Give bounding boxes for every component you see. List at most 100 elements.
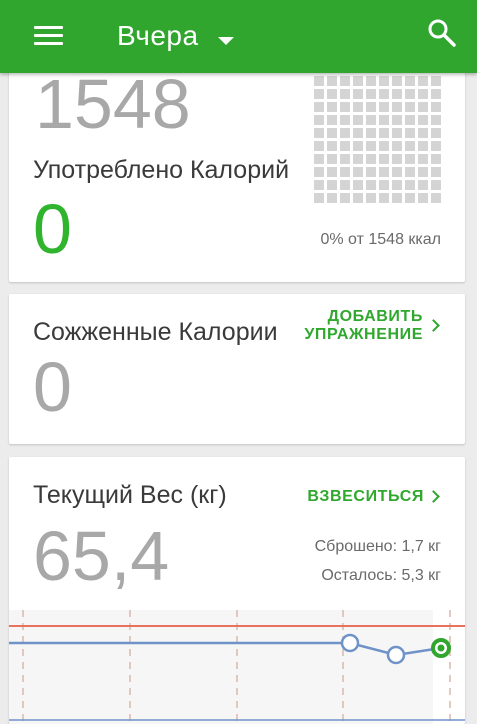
progress-cell [327, 193, 337, 203]
progress-cell [366, 167, 376, 177]
progress-cell [366, 102, 376, 112]
progress-cell [340, 167, 350, 177]
progress-cell [340, 154, 350, 164]
progress-cell [431, 102, 441, 112]
progress-cell [431, 193, 441, 203]
progress-cell [366, 89, 376, 99]
progress-cell [379, 167, 389, 177]
weight-chart[interactable] [9, 610, 465, 724]
progress-cell [405, 154, 415, 164]
progress-cell [379, 180, 389, 190]
progress-cell [340, 141, 350, 151]
progress-cell [418, 154, 428, 164]
progress-cell [314, 167, 324, 177]
progress-cell [340, 180, 350, 190]
progress-cell [418, 167, 428, 177]
add-exercise-line1: ДОБАВИТЬ [327, 308, 423, 325]
progress-cell [431, 141, 441, 151]
progress-cell [431, 115, 441, 125]
chevron-right-icon[interactable] [427, 490, 440, 503]
progress-cell [379, 89, 389, 99]
burned-calories-value: 0 [33, 348, 72, 426]
burned-calories-card[interactable]: Сожженные Калории ДОБАВИТЬ УПРАЖНЕНИЕ 0 [9, 294, 465, 444]
progress-cell [353, 76, 363, 86]
calorie-goal-value: 1548 [35, 65, 191, 143]
progress-cell [418, 102, 428, 112]
search-icon[interactable] [424, 16, 458, 50]
progress-cell [418, 115, 428, 125]
progress-cell [405, 115, 415, 125]
progress-cell [353, 193, 363, 203]
progress-cell [418, 141, 428, 151]
weight-point [340, 633, 360, 653]
progress-cell [379, 76, 389, 86]
add-exercise-line2: УПРАЖНЕНИЕ [304, 325, 423, 343]
progress-cell [431, 154, 441, 164]
progress-cell [418, 180, 428, 190]
progress-cell [379, 193, 389, 203]
progress-cell [405, 193, 415, 203]
progress-cell [366, 193, 376, 203]
progress-cell [366, 76, 376, 86]
calories-card[interactable]: 1548 Употреблено Калорий 0 0% от 1548 кк… [9, 40, 465, 282]
progress-cell [392, 154, 402, 164]
progress-cell [379, 128, 389, 138]
progress-cell [366, 180, 376, 190]
progress-cell [327, 167, 337, 177]
progress-cell [392, 180, 402, 190]
dropdown-arrow-icon [217, 36, 234, 45]
progress-cell [366, 115, 376, 125]
progress-cell [418, 76, 428, 86]
progress-cell [327, 76, 337, 86]
progress-cell [314, 76, 324, 86]
weight-remaining-text: Осталось: 5,3 кг [321, 567, 441, 584]
progress-cell [353, 128, 363, 138]
progress-cell [431, 167, 441, 177]
progress-cell [353, 180, 363, 190]
progress-cell [392, 102, 402, 112]
progress-cell [418, 193, 428, 203]
calorie-progress-grid [314, 76, 441, 203]
progress-cell [353, 141, 363, 151]
current-weight-value: 65,4 [33, 517, 170, 595]
progress-cell [327, 128, 337, 138]
progress-cell [379, 154, 389, 164]
progress-cell [314, 180, 324, 190]
progress-cell [314, 89, 324, 99]
progress-cell [327, 154, 337, 164]
date-selector[interactable]: Вчера [117, 17, 234, 55]
chevron-right-icon[interactable] [427, 319, 440, 332]
progress-cell [340, 115, 350, 125]
progress-cell [405, 76, 415, 86]
weight-card[interactable]: Текущий Вес (кг) ВЗВЕСИТЬСЯ 65,4 Сброшен… [9, 457, 465, 724]
progress-cell [327, 141, 337, 151]
progress-cell [405, 128, 415, 138]
progress-cell [327, 115, 337, 125]
consumed-calories-value: 0 [33, 190, 72, 268]
progress-cell [379, 115, 389, 125]
progress-cell [353, 154, 363, 164]
calorie-progress-text: 0% от 1548 ккал [320, 231, 441, 248]
progress-cell [353, 89, 363, 99]
progress-cell [314, 128, 324, 138]
menu-icon[interactable] [34, 24, 64, 46]
progress-cell [392, 193, 402, 203]
progress-cell [431, 128, 441, 138]
date-label: Вчера [117, 20, 199, 51]
progress-cell [392, 141, 402, 151]
progress-cell [340, 128, 350, 138]
progress-cell [353, 102, 363, 112]
progress-cell [314, 193, 324, 203]
progress-cell [405, 180, 415, 190]
progress-cell [431, 89, 441, 99]
progress-cell [314, 141, 324, 151]
consumed-calories-label: Употреблено Калорий [33, 156, 290, 184]
progress-cell [392, 76, 402, 86]
weigh-in-button[interactable]: ВЗВЕСИТЬСЯ [307, 488, 424, 506]
progress-cell [418, 89, 428, 99]
weight-lost-text: Сброшено: 1,7 кг [314, 538, 441, 555]
progress-cell [392, 167, 402, 177]
burned-calories-label: Сожженные Калории [33, 318, 278, 346]
add-exercise-button[interactable]: ДОБАВИТЬ УПРАЖНЕНИЕ [304, 308, 423, 344]
progress-cell [379, 141, 389, 151]
